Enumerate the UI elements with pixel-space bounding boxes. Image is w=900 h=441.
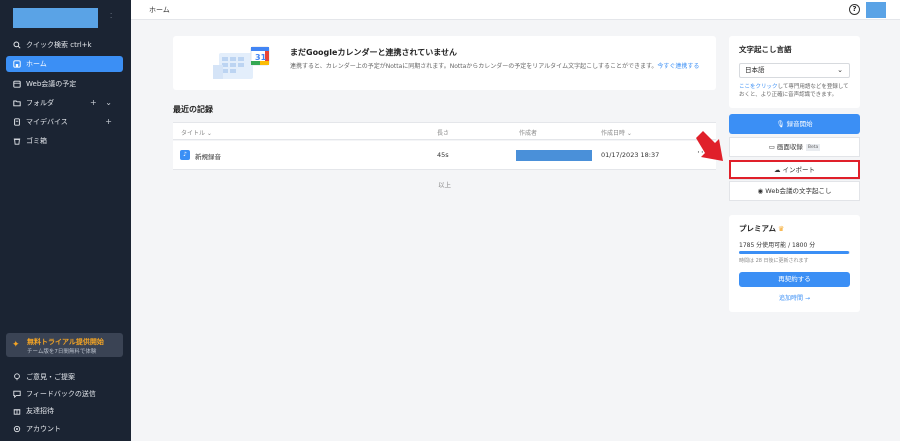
sidebar-item-label: ホーム [26, 60, 47, 68]
sidebar-item-label: Web会議の予定 [26, 80, 77, 88]
crown-icon: ♛ [777, 225, 785, 233]
sidebar-item-account[interactable]: アカウント [6, 421, 123, 437]
glossary-link[interactable]: ここをクリック [739, 84, 778, 90]
avatar[interactable] [866, 2, 886, 18]
sidebar-item-label: マイデバイス [26, 118, 68, 126]
language-select[interactable]: 日本語 ⌄ [739, 63, 850, 78]
chevron-down-icon: ⌄ [837, 66, 843, 74]
sidebar-item-label: 友達招待 [26, 407, 54, 415]
calendar-illustration-icon: 31 [213, 46, 270, 79]
import-highlight [729, 160, 860, 179]
device-icon [12, 118, 21, 127]
gcal-desc-text: 連携すると、カレンダー上の予定がNottaに同期されます。Nottaからカレンダ… [290, 63, 658, 70]
sidebar-item-label: ゴミ箱 [26, 137, 47, 145]
language-note: ここをクリックして専門用語などを登録しておくと、より正確に音声認識できます。 [739, 83, 854, 99]
table-row[interactable]: ♪ 新規録音 45s 01/17/2023 18:37 ··· [173, 141, 716, 170]
search-icon [12, 41, 21, 50]
trash-icon [12, 137, 21, 146]
renew-button[interactable]: 再契約する [739, 272, 850, 287]
web-meeting-label: Web会議の文字起こし [765, 187, 832, 195]
record-creator [516, 150, 592, 161]
table-header: タイトル ⌄ 長さ 作成者 作成日時 ⌄ [173, 122, 716, 140]
gcal-description: 連携すると、カレンダー上の予定がNottaに同期されます。Nottaからカレンダ… [290, 62, 710, 72]
workspace-switcher[interactable] [13, 8, 98, 28]
action-panel: 🎙︎ 録音開始 ▭ 画面収録 Beta ☁ インポート ◉ Web会議の文字起こし [729, 114, 860, 202]
red-arrow-icon [696, 131, 723, 161]
sidebar-item-invite[interactable]: 友達招待 [6, 403, 123, 419]
beta-badge: Beta [805, 143, 821, 151]
folder-actions[interactable]: + ⌄ [90, 98, 115, 107]
gcal-title: まだGoogleカレンダーと連携されていません [290, 48, 457, 57]
sidebar-item-label: フィードバックの送信 [26, 390, 96, 398]
record-created: 01/17/2023 18:37 [601, 151, 660, 159]
premium-usage: 1785 分使用可能 / 1800 分 [739, 242, 816, 249]
end-of-list: 以上 [438, 181, 451, 189]
folder-icon [12, 99, 21, 108]
workspace-menu-icon[interactable]: · · [110, 11, 114, 22]
language-title: 文字起こし言語 [739, 45, 792, 54]
premium-panel: プレミアム ♛ 1785 分使用可能 / 1800 分 時間は 28 日後に更新さ… [729, 215, 860, 312]
trial-title: 無料トライアル提供開始 [27, 338, 104, 346]
sidebar-item-folder[interactable]: フォルダ + ⌄ [6, 95, 123, 111]
sidebar-item-label: フォルダ [26, 99, 54, 107]
svg-text:31: 31 [255, 53, 267, 62]
lightbulb-icon [12, 373, 21, 382]
records-table: タイトル ⌄ 長さ 作成者 作成日時 ⌄ ♪ 新規録音 45s 01/17/20… [173, 122, 716, 192]
language-panel: 文字起こし言語 日本語 ⌄ ここをクリックして専門用語などを登録しておくと、より… [729, 36, 860, 108]
top-bar: ホーム ? [131, 0, 900, 20]
home-icon [12, 60, 21, 69]
start-recording-label: 録音開始 [786, 120, 813, 128]
sidebar-item-web-meeting[interactable]: Web会議の予定 [6, 76, 123, 92]
sidebar-item-suggestions[interactable]: ご意見・ご提案 [6, 369, 123, 385]
screen-record-button[interactable]: ▭ 画面収録 Beta [729, 137, 860, 157]
recording-icon: ♪ [180, 150, 190, 160]
sidebar-item-my-device[interactable]: マイデバイス + [6, 114, 123, 130]
help-icon[interactable]: ? [849, 4, 860, 15]
sidebar-item-quick-search[interactable]: クイック検索 ctrl+k [6, 37, 123, 53]
column-created[interactable]: 作成日時 ⌄ [601, 128, 632, 137]
start-recording-button[interactable]: 🎙︎ 録音開始 [729, 114, 860, 134]
gcal-banner: 31 まだGoogleカレンダーと連携されていません 連携すると、カレンダー上の… [173, 36, 716, 90]
microphone-icon: 🎙︎ [776, 120, 787, 128]
sidebar-item-label: アカウント [26, 425, 61, 433]
record-length: 45s [437, 151, 449, 159]
chat-icon [12, 390, 21, 399]
breadcrumb: ホーム [149, 6, 170, 14]
sidebar-item-label: ご意見・ご提案 [26, 373, 75, 381]
record-title[interactable]: 新規録音 [195, 151, 221, 161]
gear-icon [12, 425, 21, 434]
column-title[interactable]: タイトル ⌄ [181, 128, 212, 137]
sidebar-item-label: クイック検索 ctrl+k [26, 41, 92, 49]
sidebar-item-home[interactable]: ホーム [6, 56, 123, 72]
web-meeting-transcribe-button[interactable]: ◉ Web会議の文字起こし [729, 181, 860, 201]
column-length: 長さ [437, 130, 450, 137]
gift-icon [12, 407, 21, 416]
sparkle-icon: ✦ [12, 340, 20, 350]
language-selected: 日本語 [745, 66, 765, 74]
trial-subtitle: チーム版を7日間無料で体験 [27, 349, 97, 355]
gcal-connect-link[interactable]: 今すぐ連携する [657, 63, 699, 70]
trial-banner[interactable]: ✦ 無料トライアル提供開始 チーム版を7日間無料で体験 [6, 333, 123, 357]
sidebar-item-feedback[interactable]: フィードバックの送信 [6, 386, 123, 402]
premium-title: プレミアム ♛ [739, 223, 784, 234]
column-creator: 作成者 [519, 130, 538, 137]
video-icon: ▭ [768, 143, 777, 151]
sidebar-item-trash[interactable]: ゴミ箱 [6, 133, 123, 149]
calendar-icon [12, 80, 21, 89]
sidebar: · · クイック検索 ctrl+k ホーム Web会議の予定 フォルダ + ⌄ マ… [0, 0, 131, 441]
premium-title-text: プレミアム [739, 224, 776, 233]
screen-record-label: 画面収録 [776, 143, 803, 151]
premium-reset: 時間は 28 日後に更新されます [739, 258, 809, 264]
usage-progress-fill [739, 251, 849, 254]
add-device-button[interactable]: + [105, 117, 115, 126]
records-heading: 最近の記録 [173, 105, 213, 114]
usage-progress [739, 251, 850, 254]
extra-time-link[interactable]: 追加時間 → [729, 293, 860, 302]
